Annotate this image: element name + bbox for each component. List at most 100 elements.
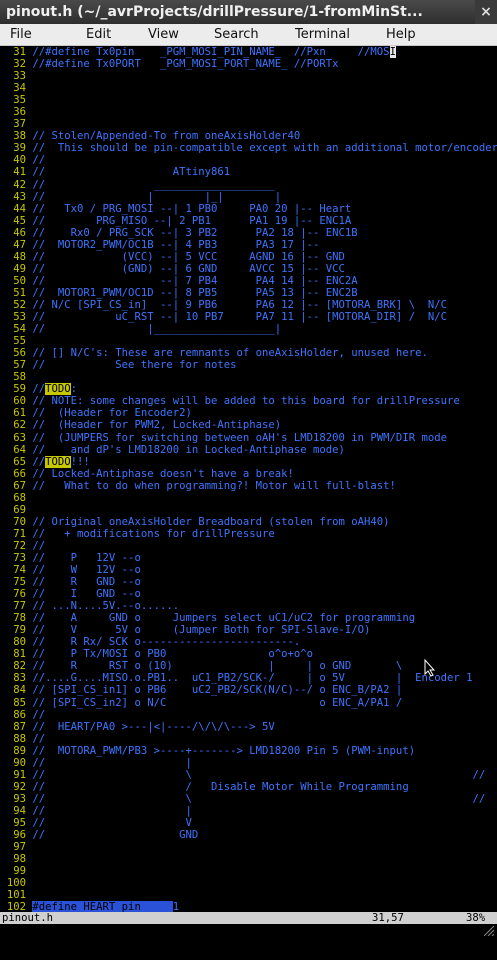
code-line[interactable]: 81 // P Tx/MOSI o PB0 o^o+o^o: [0, 648, 497, 660]
code-line[interactable]: 33: [0, 70, 497, 82]
code-line[interactable]: 94 // |: [0, 805, 497, 817]
code-line[interactable]: 73 // P 12V --o: [0, 552, 497, 564]
code-line[interactable]: 66 // Locked-Antiphase doesn't have a br…: [0, 468, 497, 480]
code-line[interactable]: 49 // (GND) --| 6 GND AVCC 15 |-- VCC: [0, 263, 497, 275]
line-number: 91: [13, 768, 26, 781]
menu-view[interactable]: View: [148, 27, 179, 42]
window-titlebar[interactable]: pinout.h (~/_avrProjects/drillPressure/1…: [0, 0, 497, 24]
code-line[interactable]: 61 // (Header for Encoder2): [0, 407, 497, 419]
code-line[interactable]: 68: [0, 492, 497, 504]
code-line[interactable]: 60 // NOTE: some changes will be added t…: [0, 395, 497, 407]
code-line[interactable]: 71 // + modifications for drillPressure: [0, 528, 497, 540]
code-text: //: [32, 383, 46, 396]
line-number: 99: [13, 865, 26, 878]
code-line[interactable]: 70 // Original oneAxisHolder Breadboard …: [0, 516, 497, 528]
code-line[interactable]: 36: [0, 106, 497, 118]
code-text: // [] N/C's: These are remnants of oneAx…: [32, 347, 428, 360]
line-number: 49: [13, 262, 26, 275]
code-text: // and dP's LMD18200 in Locked-Antiphase…: [32, 443, 345, 456]
code-line[interactable]: 95 // V: [0, 817, 497, 829]
menu-terminal[interactable]: Terminal: [295, 27, 350, 42]
code-text: !!!: [70, 455, 90, 468]
code-line[interactable]: 101: [0, 889, 497, 901]
code-line[interactable]: 59 //TODO:: [0, 383, 497, 396]
code-line[interactable]: 83 //....G....MISO.o.PB1.. uC1_PB2/SCK-/…: [0, 672, 497, 684]
code-line[interactable]: 57 // See there for notes: [0, 359, 497, 371]
code-line[interactable]: 41 // ATtiny861: [0, 166, 497, 178]
code-line[interactable]: 62 // (Header for PWM2, Locked-Antiphase…: [0, 419, 497, 431]
resize-grip-icon[interactable]: [484, 926, 494, 936]
line-number: 56: [13, 347, 26, 360]
code-line[interactable]: 63 // (JUMPERS for switching between oAH…: [0, 432, 497, 444]
code-line[interactable]: 92 // / Disable Motor While Programming: [0, 781, 497, 793]
code-line[interactable]: 85 // [SPI_CS_in2] o N/C o ENC_A/PA1 /: [0, 697, 497, 709]
code-line[interactable]: 79 // V 5V o (Jumper Both for SPI-Slave-…: [0, 624, 497, 636]
code-line[interactable]: 67 // What to do when programming?! Moto…: [0, 480, 497, 492]
code-line[interactable]: 45 // PRG_MISO --| 2 PB1 PA1 19 |-- ENC1…: [0, 215, 497, 227]
menu-edit[interactable]: Edit: [86, 27, 111, 42]
code-line[interactable]: 32 //#define Tx0PORT _PGM_MOSI_PORT_NAME…: [0, 58, 497, 70]
code-line[interactable]: 65 //TODO!!!: [0, 455, 497, 468]
code-line[interactable]: 82 // R RST o (10) | | o GND \ //: [0, 660, 497, 672]
code-line[interactable]: 93 // \ //: [0, 793, 497, 805]
code-line[interactable]: 97: [0, 841, 497, 853]
line-number: 65: [13, 455, 26, 468]
code-line[interactable]: 98: [0, 853, 497, 865]
line-number: 74: [13, 564, 26, 577]
line-number: 58: [13, 371, 26, 384]
code-line[interactable]: 40 //: [0, 154, 497, 166]
code-line[interactable]: 38 // Stolen/Appended-To from oneAxisHol…: [0, 130, 497, 142]
code-text: // uC_RST --| 10 PB7 PA7 11 |-- [MOTORA_…: [32, 311, 447, 324]
code-line[interactable]: 54 // |___________________|: [0, 323, 497, 335]
code-line[interactable]: 50 // --| 7 PB4 PA4 14 |-- ENC2A: [0, 275, 497, 287]
menu-file[interactable]: File: [10, 27, 32, 42]
code-line[interactable]: 39 // This should be pin-compatible exce…: [0, 142, 497, 154]
code-line[interactable]: 55: [0, 335, 497, 347]
code-line[interactable]: 43 // | |_| |: [0, 191, 497, 203]
code-line[interactable]: 48 // (VCC) --| 5 VCC AGND 16 |-- GND: [0, 251, 497, 263]
text-cursor: I: [389, 46, 396, 58]
code-line[interactable]: 75 // R GND --o: [0, 576, 497, 588]
line-number: 85: [13, 696, 26, 709]
code-line[interactable]: 56 // [] N/C's: These are remnants of on…: [0, 347, 497, 359]
code-line[interactable]: 69: [0, 504, 497, 516]
code-line[interactable]: 46 // Rx0 / PRG_SCK --| 3 PB2 PA2 18 |--…: [0, 227, 497, 239]
code-line[interactable]: 52 // N/C [SPI_CS_in] --| 9 PB6 PA6 12 |…: [0, 299, 497, 311]
code-line[interactable]: 37: [0, 118, 497, 130]
code-line[interactable]: 31 //#define Tx0pin _PGM_MOSI_PIN_NAME_ …: [0, 46, 497, 58]
code-line[interactable]: 44 // Tx0 / PRG_MOSI --| 1 PB0 PA0 20 |-…: [0, 203, 497, 215]
code-line[interactable]: 84 // [SPI_CS_in1] o PB6 uC2_PB2/SCK(N/C…: [0, 684, 497, 696]
code-line[interactable]: 42 // ___________________: [0, 179, 497, 191]
code-line[interactable]: 76 // I GND --o: [0, 588, 497, 600]
code-line[interactable]: 51 // MOTOR1_PWM/OC1D --| 8 PB5 PA5 13 |…: [0, 287, 497, 299]
code-line[interactable]: 99: [0, 865, 497, 877]
menu-help[interactable]: Help: [386, 27, 416, 42]
code-line[interactable]: 91 // \ //: [0, 769, 497, 781]
line-number: 55: [13, 335, 26, 348]
line-number: 36: [13, 106, 26, 119]
code-line[interactable]: 74 // W 12V --o: [0, 564, 497, 576]
code-line[interactable]: 64 // and dP's LMD18200 in Locked-Antiph…: [0, 444, 497, 456]
code-line[interactable]: 35: [0, 94, 497, 106]
line-number: 37: [13, 118, 26, 131]
code-line[interactable]: 80 // R Rx/ SCK o-----------------------…: [0, 636, 497, 648]
menu-search[interactable]: Search: [214, 27, 259, 42]
close-icon[interactable]: ×: [475, 0, 497, 24]
code-line[interactable]: 47 // MOTOR2_PWM/OC1B --| 4 PB3 PA3 17 |…: [0, 239, 497, 251]
text-editor[interactable]: 31 //#define Tx0pin _PGM_MOSI_PIN_NAME_ …: [0, 46, 497, 912]
code-line[interactable]: 34: [0, 82, 497, 94]
code-line[interactable]: 78 // A GND o Jumpers select uC1/uC2 for…: [0, 612, 497, 624]
code-line[interactable]: 102 #define HEART_pin 1: [0, 901, 497, 912]
code-line[interactable]: 100: [0, 877, 497, 889]
code-line[interactable]: 89 // MOTORA_PWM/PB3 >----+-------> LMD1…: [0, 745, 497, 757]
code-line[interactable]: 77 // ...N....5V.--o......: [0, 600, 497, 612]
code-line[interactable]: 90 // |: [0, 757, 497, 769]
code-text: // |: [32, 804, 192, 817]
code-line[interactable]: 58: [0, 371, 497, 383]
code-line[interactable]: 72 //: [0, 540, 497, 552]
code-line[interactable]: 86 //: [0, 709, 497, 721]
code-line[interactable]: 87 // HEART/PA0 >---|<|----/\/\/\---> 5V: [0, 721, 497, 733]
code-line[interactable]: 53 // uC_RST --| 10 PB7 PA7 11 |-- [MOTO…: [0, 311, 497, 323]
code-line[interactable]: 96 // GND: [0, 829, 497, 841]
code-line[interactable]: 88 //: [0, 733, 497, 745]
